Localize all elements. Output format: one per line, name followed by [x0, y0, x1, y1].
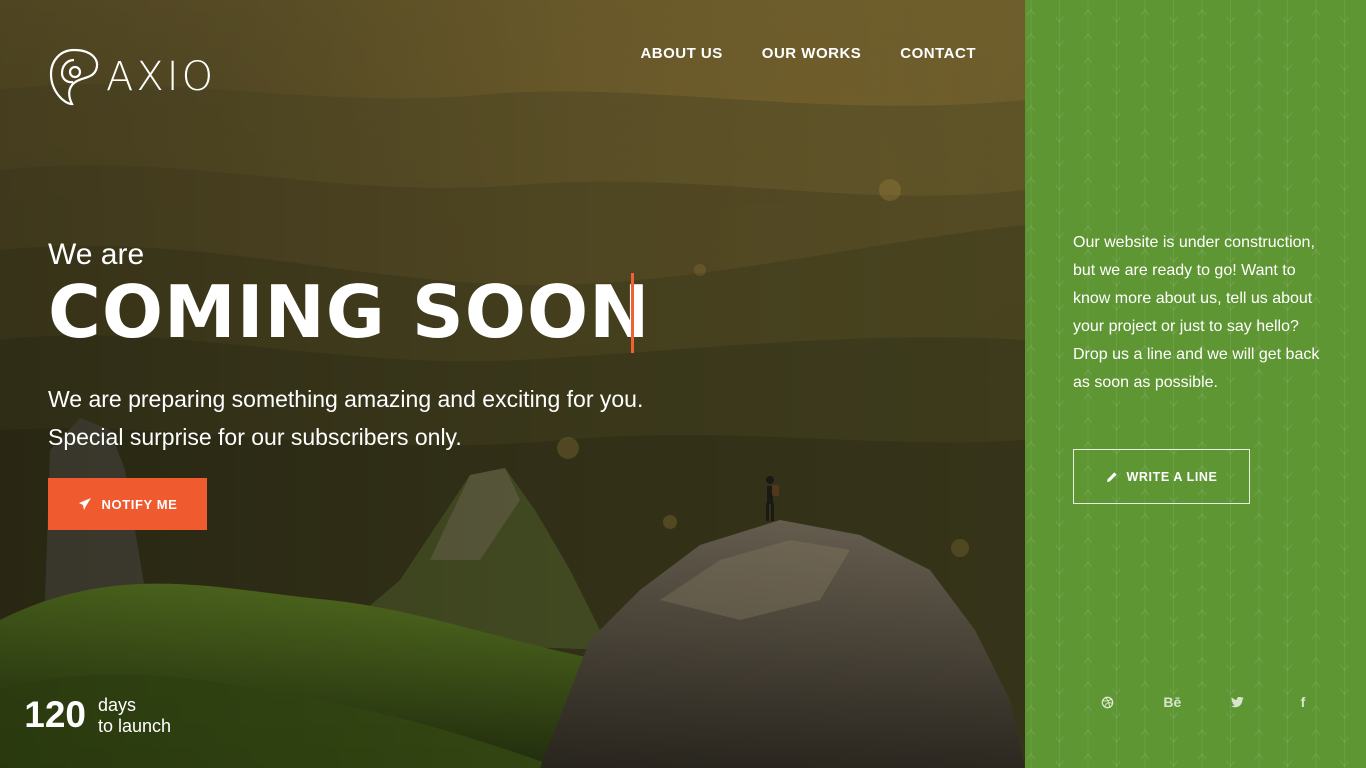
twitter-icon[interactable] [1226, 692, 1250, 712]
social-links: Bē f [1095, 692, 1315, 712]
countdown-caption: to launch [98, 716, 172, 736]
brand-name: AXIO [106, 54, 217, 100]
behance-icon[interactable]: Bē [1160, 692, 1184, 712]
brand-logo[interactable]: AXIO [48, 46, 216, 108]
write-a-line-label: WRITE A LINE [1126, 469, 1218, 484]
notify-me-label: NOTIFY ME [101, 496, 178, 512]
dribbble-icon[interactable] [1095, 692, 1119, 712]
facebook-icon[interactable]: f [1291, 692, 1315, 712]
nautilus-logo-icon [49, 48, 99, 106]
write-a-line-button[interactable]: WRITE A LINE [1073, 449, 1250, 504]
countdown-value: 120 [24, 694, 86, 735]
hero-section: AXIO ABOUT US OUR WORKS CONTACT We are C… [0, 0, 1025, 768]
typing-cursor [631, 273, 634, 353]
panel-text: Our website is under construction, but w… [1073, 234, 1320, 391]
paper-plane-icon [78, 497, 92, 511]
countdown-unit: days [98, 695, 137, 715]
main-nav: ABOUT US OUR WORKS CONTACT [640, 45, 976, 62]
page-title: COMING SOON [48, 270, 651, 354]
countdown-label: days to launch [98, 695, 171, 737]
contact-panel: Our website is under construction, but w… [1025, 0, 1366, 768]
nav-contact[interactable]: CONTACT [900, 45, 976, 62]
countdown: 120 days to launch [0, 695, 171, 737]
hero-subtitle: We are preparing something amazing and e… [48, 386, 644, 450]
pencil-icon [1106, 471, 1118, 483]
nav-about-us[interactable]: ABOUT US [640, 45, 722, 62]
nav-our-works[interactable]: OUR WORKS [762, 45, 862, 62]
notify-me-button[interactable]: NOTIFY ME [48, 478, 207, 530]
hero-kicker: We are [48, 238, 145, 271]
